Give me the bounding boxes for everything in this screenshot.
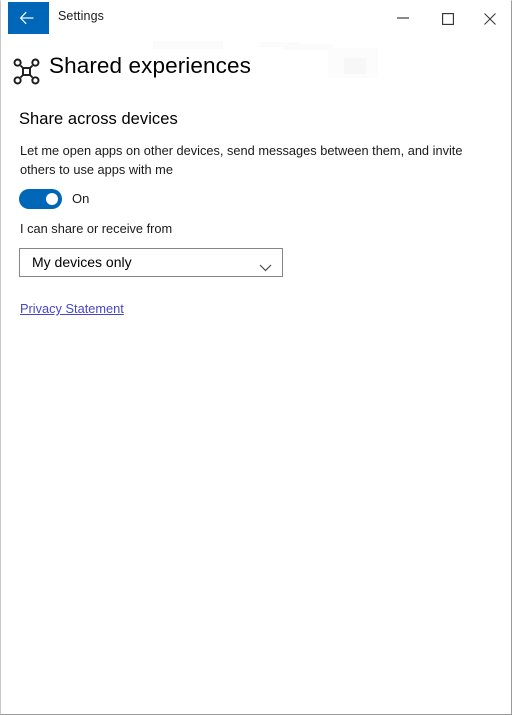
close-icon [483, 13, 496, 25]
toggle-knob [46, 193, 58, 205]
chevron-down-icon [259, 259, 272, 277]
app-title: Settings [58, 9, 104, 23]
close-button[interactable] [467, 2, 511, 33]
maximize-icon [441, 13, 454, 25]
section-heading: Share across devices [19, 110, 178, 128]
minimize-icon [396, 17, 409, 19]
privacy-statement-link[interactable]: Privacy Statement [20, 301, 124, 316]
share-across-devices-toggle[interactable] [19, 189, 62, 209]
title-bar: Settings [1, 1, 511, 35]
shared-experiences-icon [13, 58, 40, 90]
section-description: Let me open apps on other devices, send … [20, 143, 463, 177]
settings-window: Settings Shared experiences Share across… [0, 0, 512, 715]
render-artifact [283, 44, 333, 50]
back-arrow-icon [19, 11, 33, 25]
page-header: Shared experiences [1, 51, 511, 93]
dropdown-label: I can share or receive from [20, 221, 173, 236]
render-artifact [259, 42, 301, 47]
back-button[interactable] [8, 2, 49, 34]
render-artifact [153, 41, 223, 49]
toggle-state-label: On [72, 191, 90, 206]
maximize-button[interactable] [425, 2, 470, 33]
page-title: Shared experiences [49, 53, 251, 78]
dropdown-selected-value: My devices only [32, 254, 132, 270]
share-source-dropdown[interactable]: My devices only [19, 248, 283, 277]
minimize-button[interactable] [380, 2, 425, 33]
